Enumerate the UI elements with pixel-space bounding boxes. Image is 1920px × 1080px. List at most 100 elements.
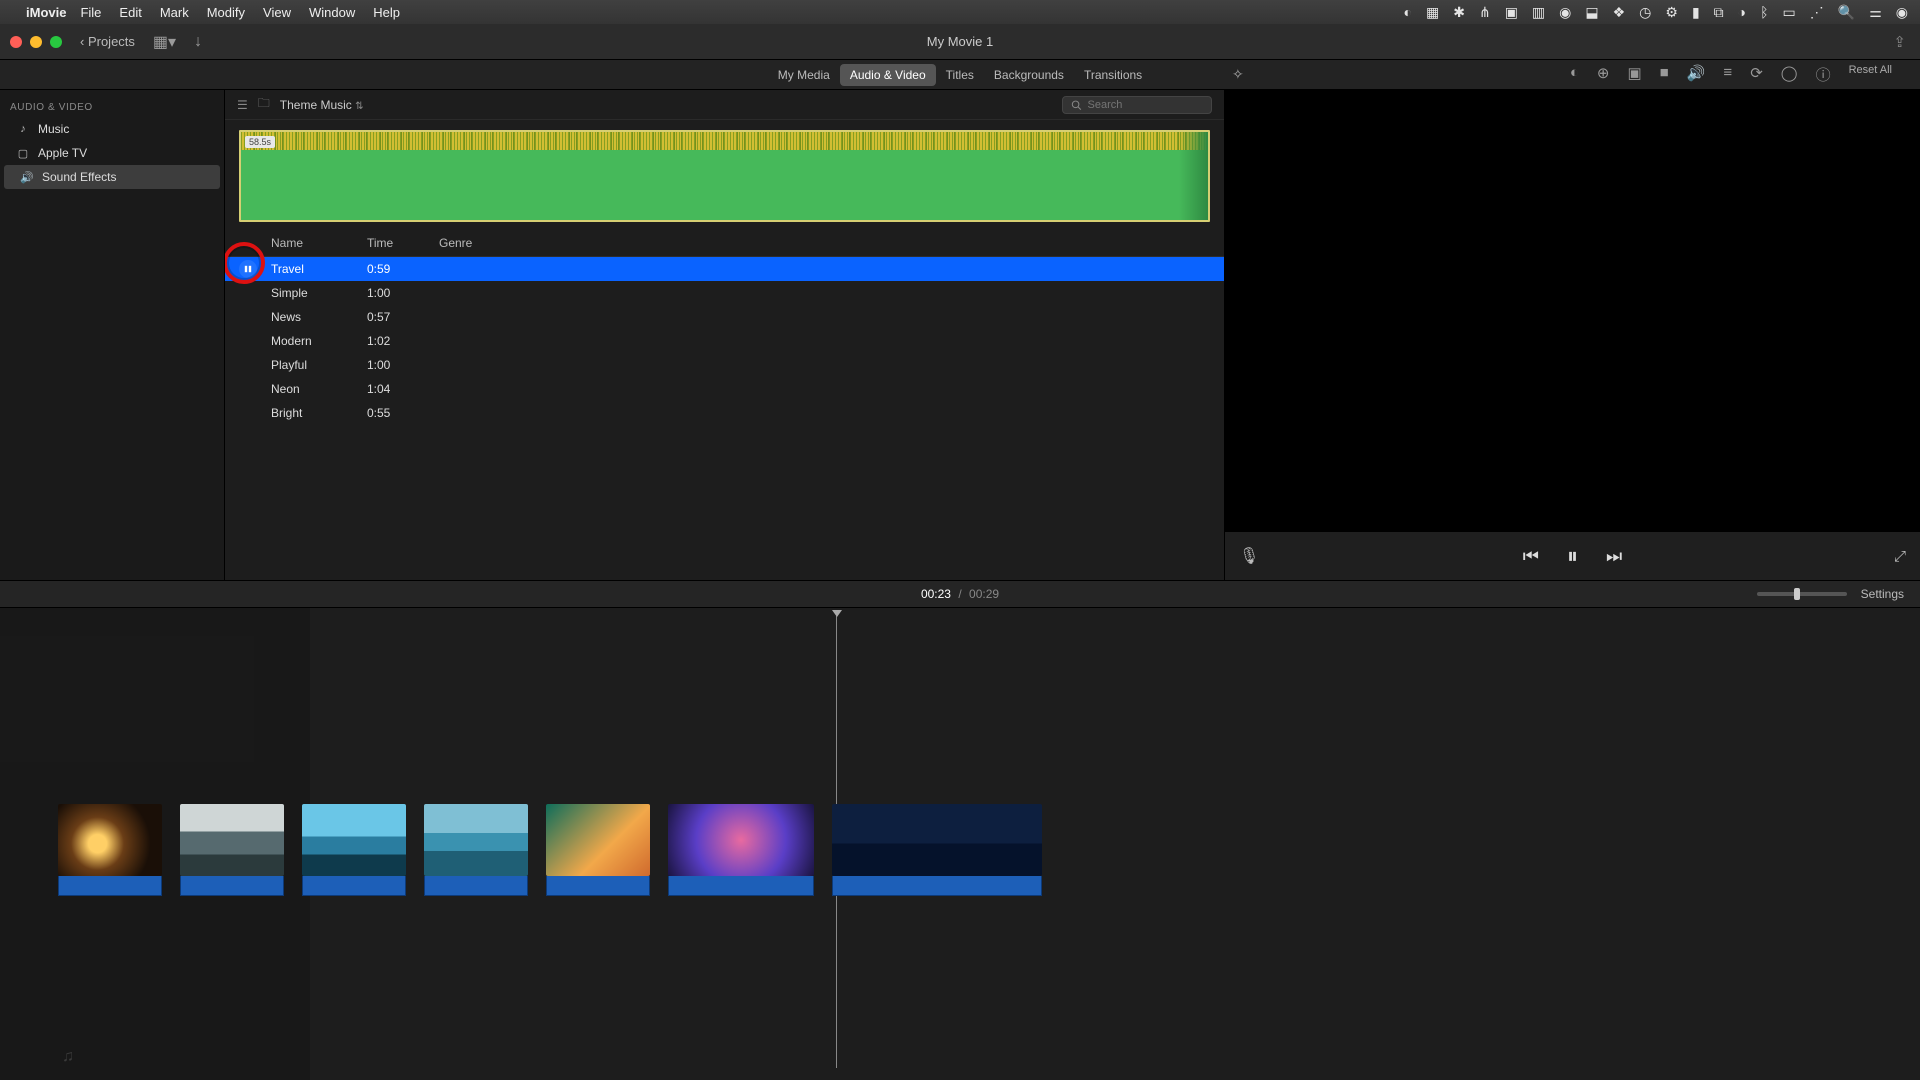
sidebar: AUDIO & VIDEO ♪ Music ▢ Apple TV 🔊 Sound…: [0, 90, 225, 580]
tab-titles[interactable]: Titles: [936, 64, 984, 86]
zoom-slider[interactable]: [1757, 592, 1847, 596]
chevron-updown-icon: ⇅: [355, 101, 363, 112]
tab-audio-video[interactable]: Audio & Video: [840, 64, 936, 86]
tray-icon[interactable]: ⚙: [1665, 4, 1678, 21]
menu-view[interactable]: View: [263, 5, 291, 20]
tab-transitions[interactable]: Transitions: [1074, 64, 1152, 86]
sidebar-item-sound-effects[interactable]: 🔊 Sound Effects: [4, 165, 220, 189]
tray-icon[interactable]: ▦: [1426, 4, 1439, 21]
tray-icon[interactable]: ◷: [1639, 4, 1651, 21]
bluetooth-icon[interactable]: ᛒ: [1760, 4, 1768, 20]
list-view-icon[interactable]: ☰: [237, 98, 248, 112]
siri-icon[interactable]: ◉: [1896, 4, 1908, 21]
table-row[interactable]: Modern 1:02: [225, 329, 1224, 353]
clip-audio-bar: [668, 876, 814, 896]
spotlight-icon[interactable]: 🔍: [1838, 4, 1855, 21]
time-separator: /: [958, 587, 961, 601]
clip[interactable]: [302, 804, 406, 896]
tray-icon[interactable]: ▣: [1505, 4, 1518, 21]
timecode: 00:23 / 00:29: [921, 587, 999, 601]
zoom-slider-thumb[interactable]: [1794, 588, 1800, 600]
timeline-settings-button[interactable]: Settings: [1861, 587, 1904, 601]
share-icon[interactable]: ⇪: [1893, 33, 1906, 51]
zoom-button[interactable]: [50, 36, 62, 48]
timeline-header: 00:23 / 00:29 Settings: [0, 580, 1920, 608]
breadcrumb[interactable]: Theme Music ⇅: [280, 98, 364, 112]
prev-frame-button[interactable]: ⏮: [1523, 546, 1539, 567]
tray-icon[interactable]: ⧉: [1714, 4, 1724, 21]
menu-modify[interactable]: Modify: [207, 5, 245, 20]
clip[interactable]: [424, 804, 528, 896]
timeline[interactable]: ♫: [0, 608, 1920, 1080]
clip-audio-bar: [546, 876, 650, 896]
clip[interactable]: [58, 804, 162, 896]
track-name: Modern: [271, 334, 367, 348]
menu-mark[interactable]: Mark: [160, 5, 189, 20]
track-time: 1:00: [367, 358, 439, 372]
menu-file[interactable]: File: [80, 5, 101, 20]
viewer-controls: 🎙 ⏮ ⏸ ⏭ ⤢: [1225, 532, 1920, 580]
import-icon[interactable]: ↓: [194, 33, 202, 51]
back-to-projects[interactable]: ‹ Projects: [80, 34, 135, 49]
total-duration: 00:29: [969, 587, 999, 601]
clip-audio-bar: [832, 876, 1042, 896]
table-row[interactable]: Simple 1:00: [225, 281, 1224, 305]
clip[interactable]: [668, 804, 814, 896]
breadcrumb-label: Theme Music: [280, 98, 352, 112]
play-pause-button[interactable]: ⏸: [1567, 543, 1578, 569]
library-layout-icon[interactable]: ▦▾: [153, 32, 176, 52]
table-row[interactable]: Bright 0:55: [225, 401, 1224, 425]
menu-window[interactable]: Window: [309, 5, 355, 20]
menubar-tray: ◐ ▦ ✱ ⋔ ▣ ▥ ◉ ⬓ ❖ ◷ ⚙ ▮ ⧉ ◑ ᛒ ▭ ⋰ 🔍 ⚌ ◉: [1404, 4, 1908, 21]
tab-backgrounds[interactable]: Backgrounds: [984, 64, 1074, 86]
table-row[interactable]: Playful 1:00: [225, 353, 1224, 377]
minimize-button[interactable]: [30, 36, 42, 48]
tray-icon[interactable]: ▮: [1692, 4, 1700, 21]
search-field[interactable]: [1062, 96, 1212, 114]
close-button[interactable]: [10, 36, 22, 48]
tray-icon[interactable]: ❖: [1613, 4, 1626, 21]
clip[interactable]: [180, 804, 284, 896]
fullscreen-icon[interactable]: ⤢: [1894, 548, 1906, 565]
waveform-preview[interactable]: 58.5s: [239, 130, 1210, 222]
track-name: Simple: [271, 286, 367, 300]
voiceover-mic-icon[interactable]: 🎙: [1239, 546, 1259, 566]
clip[interactable]: [832, 804, 1042, 896]
table-row[interactable]: Travel 0:59: [225, 257, 1224, 281]
track-time: 1:04: [367, 382, 439, 396]
col-name[interactable]: Name: [271, 234, 367, 252]
wifi-icon[interactable]: ⋰: [1810, 4, 1824, 21]
menu-help[interactable]: Help: [373, 5, 400, 20]
sidebar-item-apple-tv[interactable]: ▢ Apple TV: [0, 141, 224, 165]
macos-menubar: iMovie File Edit Mark Modify View Window…: [0, 0, 1920, 24]
next-frame-button[interactable]: ⏭: [1606, 546, 1622, 567]
battery-icon[interactable]: ▭: [1783, 4, 1796, 21]
tray-icon[interactable]: ▥: [1532, 4, 1545, 21]
col-time[interactable]: Time: [367, 234, 439, 252]
col-genre[interactable]: Genre: [439, 234, 1224, 252]
clip-thumbnail: [668, 804, 814, 876]
menu-edit[interactable]: Edit: [119, 5, 141, 20]
tray-icon[interactable]: ✱: [1453, 4, 1465, 21]
sidebar-item-music[interactable]: ♪ Music: [0, 117, 224, 141]
control-center-icon[interactable]: ⚌: [1869, 4, 1882, 21]
tab-my-media[interactable]: My Media: [768, 64, 840, 86]
tray-icon[interactable]: ⬓: [1585, 4, 1598, 21]
tray-icon[interactable]: ◑: [1738, 4, 1746, 20]
folder-icon: 🗀: [258, 94, 270, 115]
play-pause-icon[interactable]: [239, 260, 257, 278]
speaker-icon: 🔊: [20, 170, 34, 184]
browser-tabs: My Media Audio & Video Titles Background…: [0, 64, 1920, 86]
current-time: 00:23: [921, 587, 951, 601]
table-row[interactable]: Neon 1:04: [225, 377, 1224, 401]
tray-icon[interactable]: ⋔: [1479, 4, 1491, 21]
clip[interactable]: [546, 804, 650, 896]
tray-icon[interactable]: ◉: [1559, 4, 1571, 21]
table-row[interactable]: News 0:57: [225, 305, 1224, 329]
sidebar-item-label: Sound Effects: [42, 170, 117, 184]
search-input[interactable]: [1088, 99, 1204, 111]
app-menu[interactable]: iMovie: [26, 5, 66, 20]
sidebar-item-label: Music: [38, 122, 69, 136]
window-title: My Movie 1: [0, 34, 1920, 49]
tray-icon[interactable]: ◐: [1404, 4, 1412, 20]
